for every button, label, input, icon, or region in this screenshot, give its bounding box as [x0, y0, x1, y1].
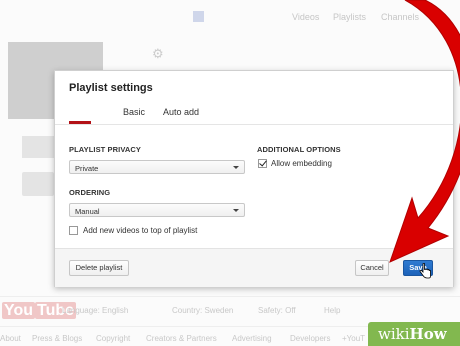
divider — [0, 296, 460, 297]
allow-embedding-checkbox[interactable] — [258, 159, 267, 168]
hand-cursor-icon — [419, 263, 431, 279]
playlist-settings-dialog: Playlist settings Basic Auto add PLAYLIS… — [54, 70, 454, 287]
bg-video-thumb — [22, 172, 54, 196]
dialog-footer: Delete playlist Cancel Save — [55, 248, 453, 287]
allow-embedding-label: Allow embedding — [271, 159, 332, 168]
footer-link: Press & Blogs — [32, 334, 83, 343]
privacy-label: PLAYLIST PRIVACY — [69, 145, 142, 154]
safety-selector: Safety: Off — [258, 306, 296, 315]
tab-auto-add[interactable]: Auto add — [163, 107, 199, 117]
privacy-value: Private — [75, 164, 99, 173]
bg-tab-videos: Videos — [292, 12, 320, 22]
add-to-top-label: Add new videos to top of playlist — [83, 226, 198, 235]
delete-playlist-button[interactable]: Delete playlist — [69, 260, 129, 276]
country-selector: Country: Sweden — [172, 306, 234, 315]
ordering-value: Manual — [75, 207, 100, 216]
chevron-down-icon — [233, 209, 239, 212]
ordering-select[interactable]: Manual — [69, 203, 245, 217]
additional-options-label: ADDITIONAL OPTIONS — [257, 145, 341, 154]
footer-link: Copyright — [96, 334, 131, 343]
background-icon — [193, 11, 204, 22]
language-selector: Language: English — [62, 306, 129, 315]
wikihow-watermark: wikiHow — [368, 322, 460, 346]
privacy-select[interactable]: Private — [69, 160, 245, 174]
footer-link: Advertising — [232, 334, 272, 343]
help-link: Help — [324, 306, 341, 315]
ordering-label: ORDERING — [69, 188, 111, 197]
cancel-button[interactable]: Cancel — [355, 260, 389, 276]
gear-icon: ⚙ — [152, 46, 164, 61]
footer-link: Developers — [290, 334, 331, 343]
footer-link: About — [0, 334, 21, 343]
bg-video-thumb — [22, 136, 54, 158]
add-to-top-checkbox[interactable] — [69, 226, 78, 235]
dialog-title: Playlist settings — [69, 82, 153, 94]
tab-basic[interactable]: Basic — [123, 107, 145, 117]
bg-tab-channels: Channels — [381, 12, 420, 22]
footer-link: Creators & Partners — [146, 334, 217, 343]
bg-tab-playlists: Playlists — [333, 12, 367, 22]
footer-link: +YouT — [342, 334, 366, 343]
tab-divider — [55, 124, 453, 125]
chevron-down-icon — [233, 166, 239, 169]
